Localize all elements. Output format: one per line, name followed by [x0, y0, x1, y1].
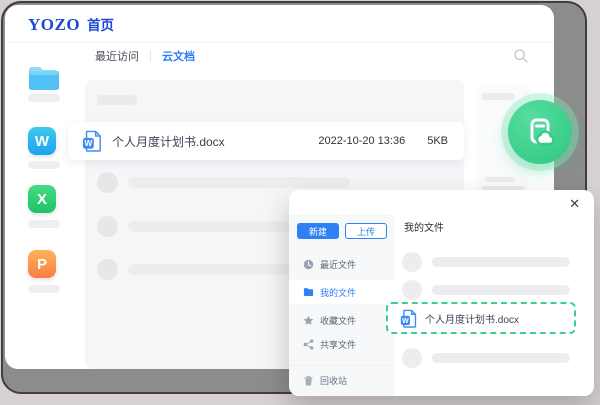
file-row[interactable]: W 个人月度计划书.docx 2022-10-20 13:36 5KB	[68, 122, 464, 160]
tab-divider	[150, 50, 151, 62]
modal-section-title: 我的文件	[404, 223, 444, 234]
cloud-doc-fab[interactable]	[508, 100, 572, 164]
modal-content: 我的文件 W 个人月度计划书.docx	[386, 215, 594, 396]
modal-sidebar: 新建 上传 最近文件 我的文件 收藏文件 共享文件 回收站	[289, 215, 394, 396]
menu-item-shared-files[interactable]: 共享文件	[289, 332, 394, 356]
new-button[interactable]: 新建	[297, 223, 339, 239]
placeholder-avatar	[97, 172, 118, 193]
spreadsheet-app-icon[interactable]: X	[28, 185, 56, 213]
placeholder-bar	[432, 257, 570, 267]
placeholder-avatar	[402, 280, 422, 300]
word-doc-icon: W	[400, 309, 417, 328]
word-doc-icon: W	[82, 130, 101, 152]
modal-menu: 最近文件 我的文件 收藏文件 共享文件	[289, 252, 394, 356]
app-dock: W X P	[5, 43, 80, 369]
modal-button-row: 新建 上传	[297, 223, 394, 239]
header-divider	[5, 42, 554, 43]
tab-bar: 最近访问 云文档	[95, 48, 195, 64]
folder-icon[interactable]	[28, 65, 60, 91]
tab-recent-visits[interactable]: 最近访问	[95, 48, 139, 64]
placeholder-avatar	[402, 252, 422, 272]
writer-letter: W	[34, 132, 50, 150]
app-header: YOZO 首页	[28, 14, 114, 35]
highlighted-file-row[interactable]: W 个人月度计划书.docx	[386, 302, 576, 334]
placeholder-bar	[485, 177, 515, 182]
file-name: 个人月度计划书.docx	[425, 314, 519, 326]
sheet-letter: X	[36, 190, 47, 208]
placeholder-bar	[128, 177, 350, 188]
svg-text:W: W	[85, 139, 93, 148]
trash-icon	[304, 375, 313, 386]
svg-text:W: W	[402, 317, 409, 324]
placeholder-bar	[28, 220, 60, 228]
yozo-logo: YOZO	[28, 15, 81, 34]
doc-cloud-icon	[530, 118, 555, 146]
placeholder-bar	[28, 285, 60, 293]
menu-label: 收藏文件	[320, 315, 357, 326]
menu-item-favorite-files[interactable]: 收藏文件	[289, 308, 394, 332]
file-modified-date: 2022-10-20 13:36	[318, 135, 406, 147]
close-icon[interactable]: ✕	[569, 197, 580, 210]
menu-item-recent-files[interactable]: 最近文件	[289, 252, 394, 276]
placeholder-bar	[28, 161, 60, 169]
menu-label: 我的文件	[320, 287, 357, 298]
placeholder-bar	[432, 285, 570, 295]
menu-label: 最近文件	[320, 259, 357, 270]
placeholder-bar	[482, 93, 515, 100]
menu-item-my-files[interactable]: 我的文件	[289, 280, 394, 304]
placeholder-bar	[97, 95, 137, 105]
tab-cloud-docs[interactable]: 云文档	[162, 48, 195, 64]
screenshot-frame: YOZO 首页 W X P 最近访问 云文档 W 个人月度计划书.docx 20…	[0, 0, 600, 405]
folder-icon	[303, 287, 314, 296]
file-manager-modal: ✕ 新建 上传 最近文件 我的文件 收藏文件 共享文件 回收站 我的文件 W 个…	[289, 190, 594, 396]
file-size: 5KB	[427, 135, 448, 147]
menu-label: 回收站	[320, 375, 348, 386]
file-name: 个人月度计划书.docx	[112, 134, 225, 149]
placeholder-avatar	[97, 216, 118, 237]
clock-icon	[303, 259, 314, 269]
placeholder-bar	[28, 94, 60, 102]
presentation-app-icon[interactable]: P	[28, 250, 56, 278]
writer-app-icon[interactable]: W	[28, 127, 56, 155]
star-icon	[303, 315, 314, 325]
page-title: 首页	[87, 18, 115, 33]
presentation-letter: P	[36, 255, 47, 273]
menu-item-recycle-bin[interactable]: 回收站	[303, 370, 347, 390]
placeholder-avatar	[97, 259, 118, 280]
modal-body: 新建 上传 最近文件 我的文件 收藏文件 共享文件 回收站 我的文件 W 个人月…	[289, 215, 594, 396]
search-icon[interactable]	[513, 48, 529, 64]
upload-button[interactable]: 上传	[345, 223, 387, 239]
placeholder-avatar	[402, 348, 422, 368]
share-icon	[303, 338, 314, 350]
menu-label: 共享文件	[320, 339, 357, 350]
placeholder-bar	[432, 353, 570, 363]
sidebar-divider	[289, 365, 394, 366]
